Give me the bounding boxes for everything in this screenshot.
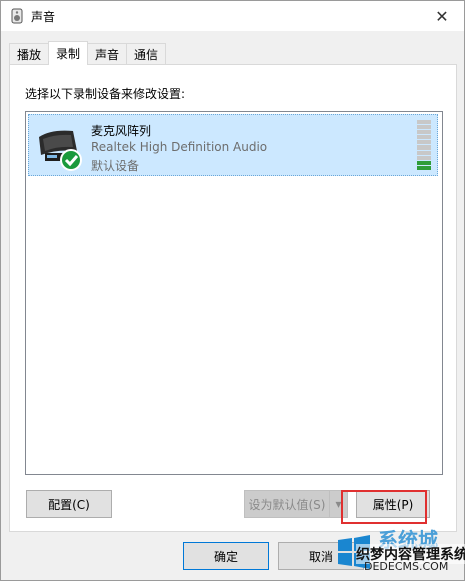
instruction-text: 选择以下录制设备来修改设置: xyxy=(25,87,186,101)
set-default-split-button: 设为默认值(S) ▾ xyxy=(244,490,348,518)
close-button[interactable]: ✕ xyxy=(420,1,464,31)
tab-communications[interactable]: 通信 xyxy=(126,43,167,65)
device-list[interactable]: 麦克风阵列 Realtek High Definition Audio 默认设备 xyxy=(25,111,443,475)
window-title: 声音 xyxy=(31,10,56,24)
sound-dialog: 声音 ✕ 播放 录制 声音 通信 选择以下录制设备来修改设置: 麦克风阵列 Re… xyxy=(0,0,465,581)
tab-recording[interactable]: 录制 xyxy=(48,41,89,65)
input-level-meter xyxy=(417,120,431,170)
level-segment xyxy=(417,140,431,145)
ok-button[interactable]: 确定 xyxy=(183,542,269,570)
tab-sounds[interactable]: 声音 xyxy=(87,43,128,65)
level-segment xyxy=(417,155,431,160)
watermark-url: DEDECMS.COM xyxy=(364,560,449,573)
tab-strip: 播放 录制 声音 通信 xyxy=(9,41,167,65)
device-row-microphone-array[interactable]: 麦克风阵列 Realtek High Definition Audio 默认设备 xyxy=(28,114,438,176)
level-segment xyxy=(417,165,431,170)
tab-playback[interactable]: 播放 xyxy=(9,43,50,65)
watermark: 系统城 织梦内容管理系统 DEDECMS.COM xyxy=(334,524,465,578)
configure-button[interactable]: 配置(C) xyxy=(26,490,112,518)
level-segment xyxy=(417,120,431,125)
level-segment xyxy=(417,125,431,130)
tab-label: 录制 xyxy=(56,47,81,61)
recording-panel: 选择以下录制设备来修改设置: 麦克风阵列 Realtek High Defini… xyxy=(9,64,457,532)
tab-label: 播放 xyxy=(17,48,42,62)
speaker-icon xyxy=(11,8,23,24)
level-segment xyxy=(417,135,431,140)
level-segment xyxy=(417,150,431,155)
default-check-icon xyxy=(60,149,82,171)
device-driver: Realtek High Definition Audio xyxy=(91,140,268,154)
set-default-button[interactable]: 设为默认值(S) xyxy=(244,490,330,518)
title-bar: 声音 ✕ xyxy=(1,1,464,31)
device-status: 默认设备 xyxy=(91,159,140,173)
close-icon: ✕ xyxy=(435,6,449,26)
tab-label: 声音 xyxy=(95,48,120,62)
microphone-device-icon xyxy=(39,130,82,171)
level-segment xyxy=(417,130,431,135)
properties-highlight xyxy=(341,490,427,524)
tab-label: 通信 xyxy=(134,48,159,62)
device-name: 麦克风阵列 xyxy=(91,124,152,138)
level-segment xyxy=(417,145,431,150)
level-segment xyxy=(417,160,431,165)
